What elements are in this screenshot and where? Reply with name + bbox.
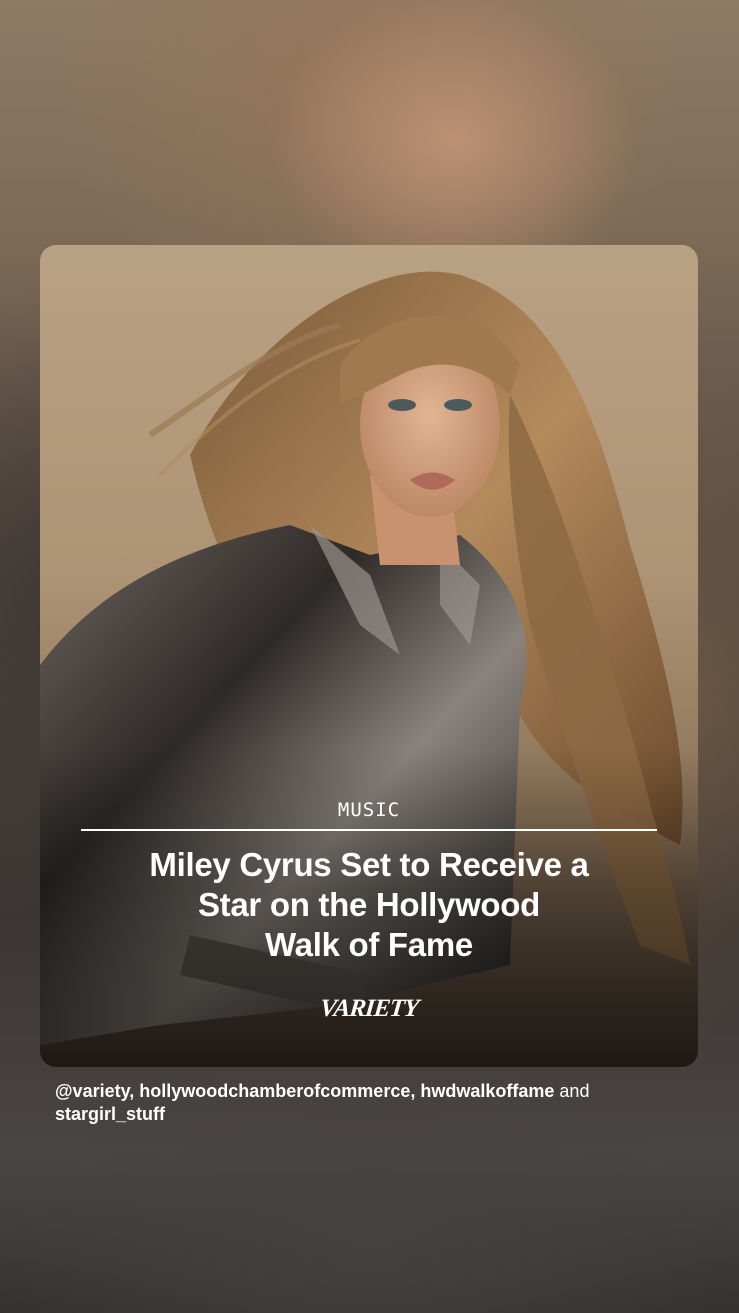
mention-conjunction: and [559,1081,590,1101]
headline-line: Miley Cyrus Set to Receive a [149,846,589,883]
mention-handle[interactable]: hollywoodchamberofcommerce, [139,1081,415,1101]
variety-logo: VARIETY [318,995,420,1022]
mention-handle[interactable]: hwdwalkoffame [420,1081,554,1101]
headline-line: Walk of Fame [265,926,473,963]
headline-line: Star on the Hollywood [197,886,541,923]
mention-handle[interactable]: stargirl_stuff [55,1104,165,1124]
headline: Miley Cyrus Set to Receive a Star on the… [80,845,658,965]
shared-post-card[interactable]: MUSIC Miley Cyrus Set to Receive a Star … [40,245,698,1067]
headline-divider [81,829,657,831]
mention-handle[interactable]: @variety, [55,1081,134,1101]
mention-caption: @variety, hollywoodchamberofcommerce, hw… [55,1080,695,1126]
story-screen: MUSIC Miley Cyrus Set to Receive a Star … [0,0,739,1313]
section-label: MUSIC [337,799,401,821]
